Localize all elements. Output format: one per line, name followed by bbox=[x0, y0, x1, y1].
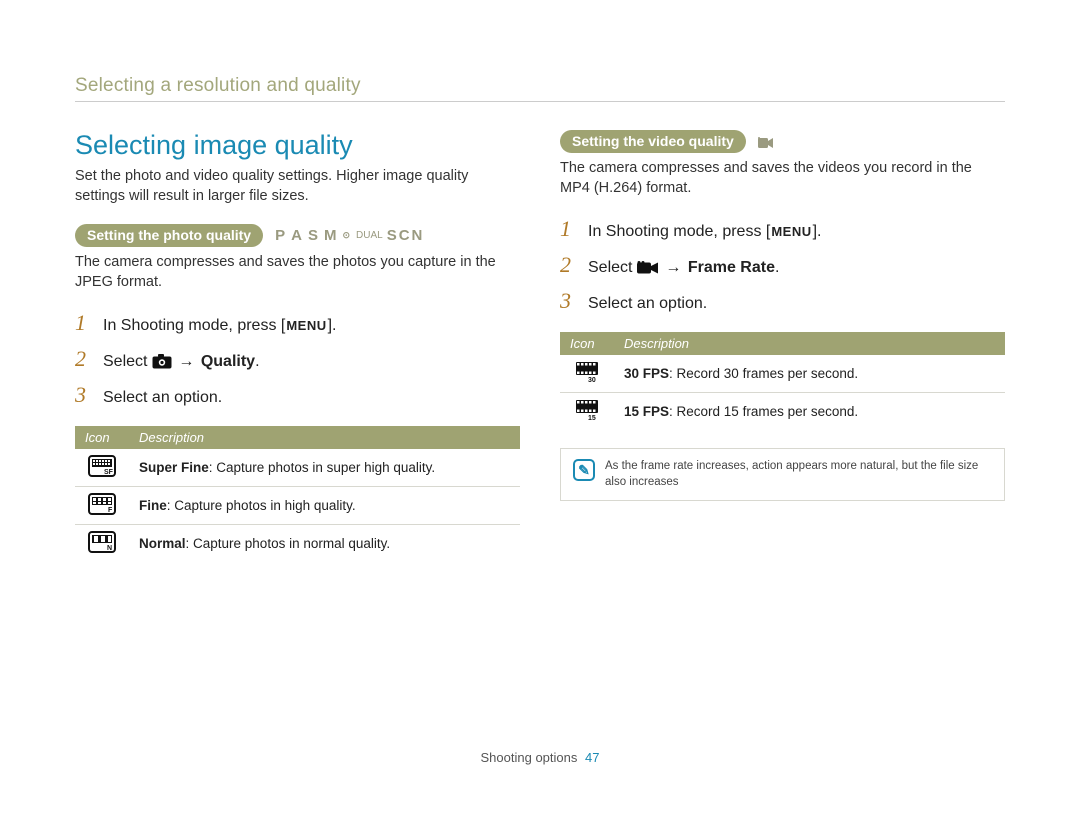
step-number: 1 bbox=[75, 310, 93, 336]
step-text: Select → Quality. bbox=[103, 353, 260, 371]
breadcrumb: Selecting a resolution and quality bbox=[75, 75, 1005, 102]
menu-badge: MENU bbox=[285, 318, 327, 333]
svg-text:30: 30 bbox=[588, 377, 596, 383]
quality-desc: Super Fine: Capture photos in super high… bbox=[129, 449, 520, 487]
svg-text:N: N bbox=[107, 545, 112, 552]
step-number: 3 bbox=[75, 382, 93, 408]
svg-text:F: F bbox=[108, 507, 113, 514]
fps-desc: 30 FPS: Record 30 frames per second. bbox=[614, 355, 1005, 393]
mode-dual: DUAL bbox=[356, 230, 383, 241]
step-number: 1 bbox=[560, 216, 578, 242]
photo-steps: 1 In Shooting mode, press [MENU]. 2 Sele… bbox=[75, 310, 520, 408]
quality-desc: Normal: Capture photos in normal quality… bbox=[129, 525, 520, 563]
mode-icons: P A S M ⊙ DUAL SCN bbox=[275, 227, 424, 244]
fps-desc: 15 FPS: Record 15 frames per second. bbox=[614, 393, 1005, 431]
mode-scn: SCN bbox=[387, 227, 425, 244]
step-text: In Shooting mode, press [MENU]. bbox=[103, 317, 337, 335]
step-number: 2 bbox=[75, 346, 93, 372]
table-row: 30 30 FPS: Record 30 frames per second. bbox=[560, 355, 1005, 393]
step-text: In Shooting mode, press [MENU]. bbox=[588, 223, 822, 241]
menu-badge: MENU bbox=[770, 224, 812, 239]
table-row: F Fine: Capture photos in high quality. bbox=[75, 487, 520, 525]
camera-icon bbox=[152, 354, 172, 369]
step-number: 3 bbox=[560, 288, 578, 314]
table-row: 15 15 FPS: Record 15 frames per second. bbox=[560, 393, 1005, 431]
photo-quality-table: Icon Description SF Super Fine: Capture … bbox=[75, 426, 520, 562]
step-text: Select an option. bbox=[588, 295, 707, 313]
quality-icon-sf: SF bbox=[75, 449, 129, 487]
video-body: The camera compresses and saves the vide… bbox=[560, 159, 1005, 198]
mode-a: A bbox=[291, 227, 304, 244]
svg-text:15: 15 bbox=[588, 415, 596, 421]
col-desc: Description bbox=[614, 332, 1005, 355]
col-icon: Icon bbox=[560, 332, 614, 355]
left-column: Selecting image quality Set the photo an… bbox=[75, 130, 520, 562]
mode-m: M bbox=[324, 227, 339, 244]
video-quality-pill: Setting the video quality bbox=[560, 130, 746, 153]
step-text: Select → Frame Rate. bbox=[588, 259, 779, 277]
fps-icon-15: 15 bbox=[560, 393, 614, 431]
photo-quality-pill: Setting the photo quality bbox=[75, 224, 263, 247]
mode-dual-icon: ⊙ bbox=[342, 230, 352, 241]
mode-p: P bbox=[275, 227, 287, 244]
video-icon bbox=[637, 261, 659, 275]
page-heading: Selecting image quality bbox=[75, 130, 520, 161]
mode-s: S bbox=[308, 227, 320, 244]
video-quality-table: Icon Description 30 30 FPS: Record 30 fr… bbox=[560, 332, 1005, 430]
quality-icon-n: N bbox=[75, 525, 129, 563]
table-row: N Normal: Capture photos in normal quali… bbox=[75, 525, 520, 563]
video-mode-icon bbox=[758, 136, 774, 148]
video-steps: 1 In Shooting mode, press [MENU]. 2 Sele… bbox=[560, 216, 1005, 314]
note-text: As the frame rate increases, action appe… bbox=[605, 459, 992, 490]
page-number: 47 bbox=[585, 750, 599, 765]
step-text: Select an option. bbox=[103, 389, 222, 407]
table-row: SF Super Fine: Capture photos in super h… bbox=[75, 449, 520, 487]
intro-text: Set the photo and video quality settings… bbox=[75, 167, 520, 206]
svg-text:SF: SF bbox=[104, 469, 114, 476]
note-box: ✎ As the frame rate increases, action ap… bbox=[560, 448, 1005, 501]
step-number: 2 bbox=[560, 252, 578, 278]
col-icon: Icon bbox=[75, 426, 129, 449]
right-column: Setting the video quality The camera com… bbox=[560, 130, 1005, 562]
quality-desc: Fine: Capture photos in high quality. bbox=[129, 487, 520, 525]
photo-body: The camera compresses and saves the phot… bbox=[75, 253, 520, 292]
fps-icon-30: 30 bbox=[560, 355, 614, 393]
col-desc: Description bbox=[129, 426, 520, 449]
page-footer: Shooting options 47 bbox=[0, 750, 1080, 765]
footer-section: Shooting options bbox=[481, 750, 578, 765]
note-icon: ✎ bbox=[573, 459, 595, 481]
quality-icon-f: F bbox=[75, 487, 129, 525]
